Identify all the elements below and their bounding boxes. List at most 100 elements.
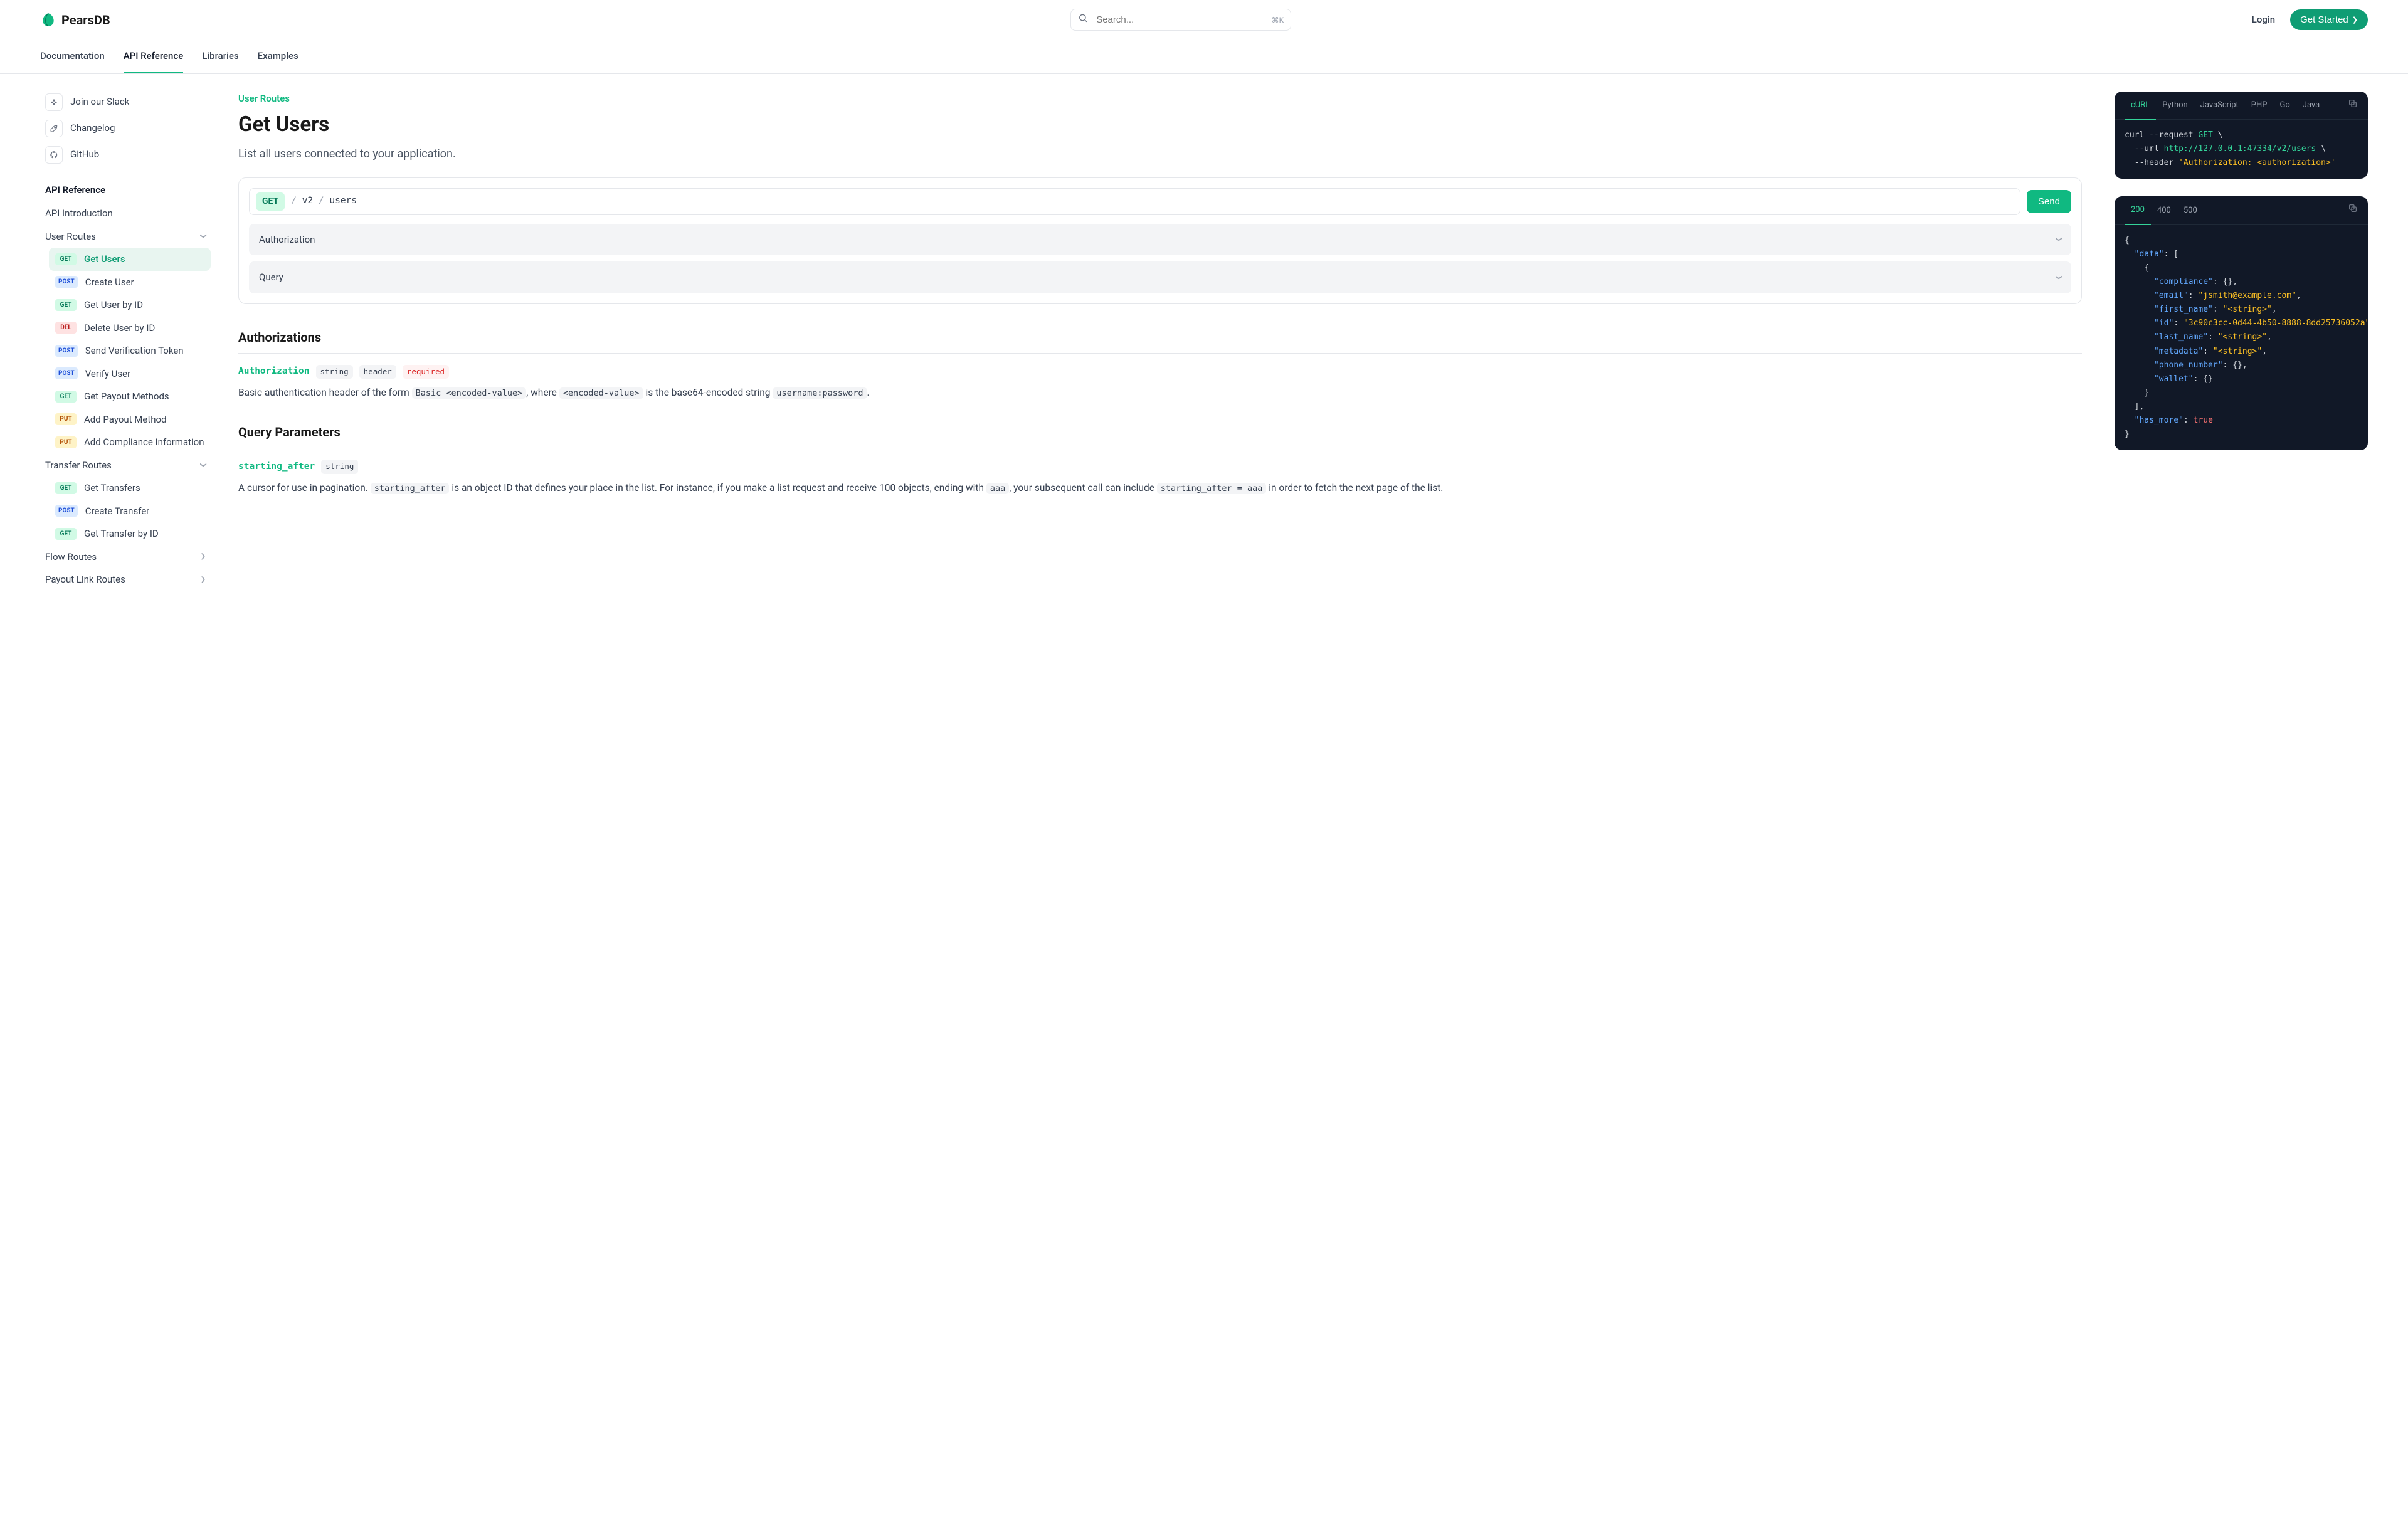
endpoint-label: Get User by ID (84, 298, 143, 312)
authorizations-heading: Authorizations (238, 328, 2082, 354)
auth-param-desc: Basic authentication header of the form … (238, 385, 2082, 400)
try-it-card: GET / v2 / users Send Authorization ❯ Qu… (238, 177, 2082, 304)
code-lang-tabs: cURL Python JavaScript PHP Go Java (2115, 92, 2368, 120)
section-label: Query (259, 270, 283, 285)
sidebar-item-label: Transfer Routes (45, 458, 112, 473)
response-codeblock: 200 400 500 { "data": [ { "compliance": … (2115, 196, 2368, 450)
send-button[interactable]: Send (2027, 190, 2071, 213)
sidebar-endpoint-get-payout-methods[interactable]: GET Get Payout Methods (49, 385, 211, 408)
sidebar-endpoint-send-verification[interactable]: POSTSend Verification Token (49, 339, 211, 362)
sidebar-endpoint-get-user-by-id[interactable]: GET Get User by ID (49, 293, 211, 317)
login-link[interactable]: Login (2252, 13, 2275, 27)
tab-curl[interactable]: cURL (2125, 92, 2156, 120)
chevron-right-icon: ❯ (201, 552, 206, 561)
tab-api-reference[interactable]: API Reference (124, 40, 184, 73)
chevron-down-icon: ❯ (198, 234, 208, 239)
sidebar-endpoint-create-user[interactable]: POSTCreate User (49, 271, 211, 294)
method-badge: POST (55, 276, 78, 288)
logo-icon (40, 12, 56, 28)
tab-documentation[interactable]: Documentation (40, 40, 105, 73)
endpoint-label: Get Users (84, 252, 125, 266)
get-started-label: Get Started (2300, 14, 2348, 25)
sidebar-item-api-intro[interactable]: API Introduction (40, 202, 211, 225)
response-code: { "data": [ { "compliance": {}, "email":… (2115, 225, 2368, 450)
main-content: User Routes Get Users List all users con… (216, 74, 2104, 606)
tab-python[interactable]: Python (2156, 92, 2194, 119)
endpoint-label: Create Transfer (85, 504, 150, 519)
sidebar-heading: API Reference (40, 168, 211, 203)
sidebar-link-changelog[interactable]: Changelog (40, 115, 211, 142)
auth-param-line: Authorization string header required (238, 365, 2082, 379)
tab-500[interactable]: 500 (2177, 197, 2204, 224)
header: PearsDB ⌘K Login Get Started ❯ (0, 0, 2408, 40)
param-name: Authorization (238, 365, 310, 379)
chevron-right-icon: ❯ (201, 575, 206, 584)
sidebar-endpoint-get-transfer-by-id[interactable]: GETGet Transfer by ID (49, 522, 211, 546)
copy-icon[interactable] (2348, 98, 2358, 113)
sidebar-item-transfer-routes[interactable]: Transfer Routes ❯ (40, 454, 211, 477)
sidebar-endpoint-create-transfer[interactable]: POSTCreate Transfer (49, 500, 211, 523)
search-box[interactable]: ⌘K (1070, 9, 1291, 31)
page-description: List all users connected to your applica… (238, 145, 2082, 162)
method-badge: PUT (55, 436, 77, 448)
param-type: string (316, 365, 353, 379)
copy-icon[interactable] (2348, 203, 2358, 218)
method-badge: GET (55, 391, 77, 403)
sidebar-link-github[interactable]: GitHub (40, 142, 211, 168)
method-badge: DEL (55, 322, 77, 334)
endpoint-label: Get Transfer by ID (84, 527, 159, 541)
transfer-routes-list: GETGet Transfers POSTCreate Transfer GET… (40, 477, 211, 546)
method-badge: GET (55, 482, 77, 494)
tab-400[interactable]: 400 (2151, 197, 2177, 224)
endpoint-label: Send Verification Token (85, 344, 184, 358)
page-kicker: User Routes (238, 92, 2082, 106)
query-param-line: starting_after string (238, 460, 2082, 474)
search-input[interactable] (1070, 9, 1291, 31)
param-type: string (321, 460, 358, 474)
rocket-icon (45, 120, 63, 137)
sidebar-endpoint-verify-user[interactable]: POSTVerify User (49, 362, 211, 386)
code-panel: cURL Python JavaScript PHP Go Java curl … (2104, 74, 2368, 606)
query-params-heading: Query Parameters (238, 423, 2082, 448)
sidebar-link-label: Join our Slack (70, 95, 129, 109)
sidebar-item-payout-link-routes[interactable]: Payout Link Routes ❯ (40, 568, 211, 591)
sidebar-endpoint-delete-user[interactable]: DEL Delete User by ID (49, 317, 211, 340)
sidebar: Join our Slack Changelog GitHub API Refe… (40, 74, 216, 606)
search-kbd: ⌘K (1272, 14, 1284, 26)
user-routes-list: GET Get Users POSTCreate User GET Get User… (40, 248, 211, 454)
tab-libraries[interactable]: Libraries (202, 40, 238, 73)
method-badge: POST (55, 367, 78, 379)
logo[interactable]: PearsDB (40, 11, 110, 29)
method-pill: GET (256, 192, 285, 211)
endpoint-label: Add Payout Method (84, 413, 167, 427)
sidebar-link-label: Changelog (70, 121, 115, 135)
tab-java[interactable]: Java (2296, 92, 2326, 119)
sidebar-item-user-routes[interactable]: User Routes ❯ (40, 225, 211, 248)
header-actions: Login Get Started ❯ (2252, 9, 2368, 30)
sidebar-endpoint-add-compliance[interactable]: PUTAdd Compliance Information (49, 431, 211, 454)
github-icon (45, 146, 63, 164)
get-started-button[interactable]: Get Started ❯ (2290, 9, 2368, 30)
method-badge: GET (55, 253, 77, 265)
sidebar-endpoint-get-users[interactable]: GET Get Users (49, 248, 211, 271)
chevron-down-icon: ❯ (2054, 237, 2063, 242)
sidebar-link-slack[interactable]: Join our Slack (40, 89, 211, 115)
search-icon (1078, 13, 1088, 27)
tab-go[interactable]: Go (2273, 92, 2296, 119)
tab-php[interactable]: PHP (2245, 92, 2274, 119)
request-code: curl --request GET \ --url http://127.0.… (2115, 120, 2368, 179)
sidebar-item-flow-routes[interactable]: Flow Routes ❯ (40, 546, 211, 569)
method-badge: GET (55, 299, 77, 311)
tab-javascript[interactable]: JavaScript (2194, 92, 2245, 119)
authorization-section[interactable]: Authorization ❯ (249, 224, 2071, 256)
top-nav: Documentation API Reference Libraries Ex… (0, 40, 2408, 74)
endpoint-label: Get Payout Methods (84, 389, 169, 404)
section-label: Authorization (259, 233, 315, 247)
endpoint-label: Delete User by ID (84, 321, 155, 335)
sidebar-endpoint-get-transfers[interactable]: GETGet Transfers (49, 477, 211, 500)
sidebar-endpoint-add-payout-method[interactable]: PUTAdd Payout Method (49, 408, 211, 431)
tab-200[interactable]: 200 (2125, 196, 2151, 225)
query-section[interactable]: Query ❯ (249, 261, 2071, 293)
tab-examples[interactable]: Examples (258, 40, 298, 73)
method-path-box: GET / v2 / users (249, 188, 2020, 215)
